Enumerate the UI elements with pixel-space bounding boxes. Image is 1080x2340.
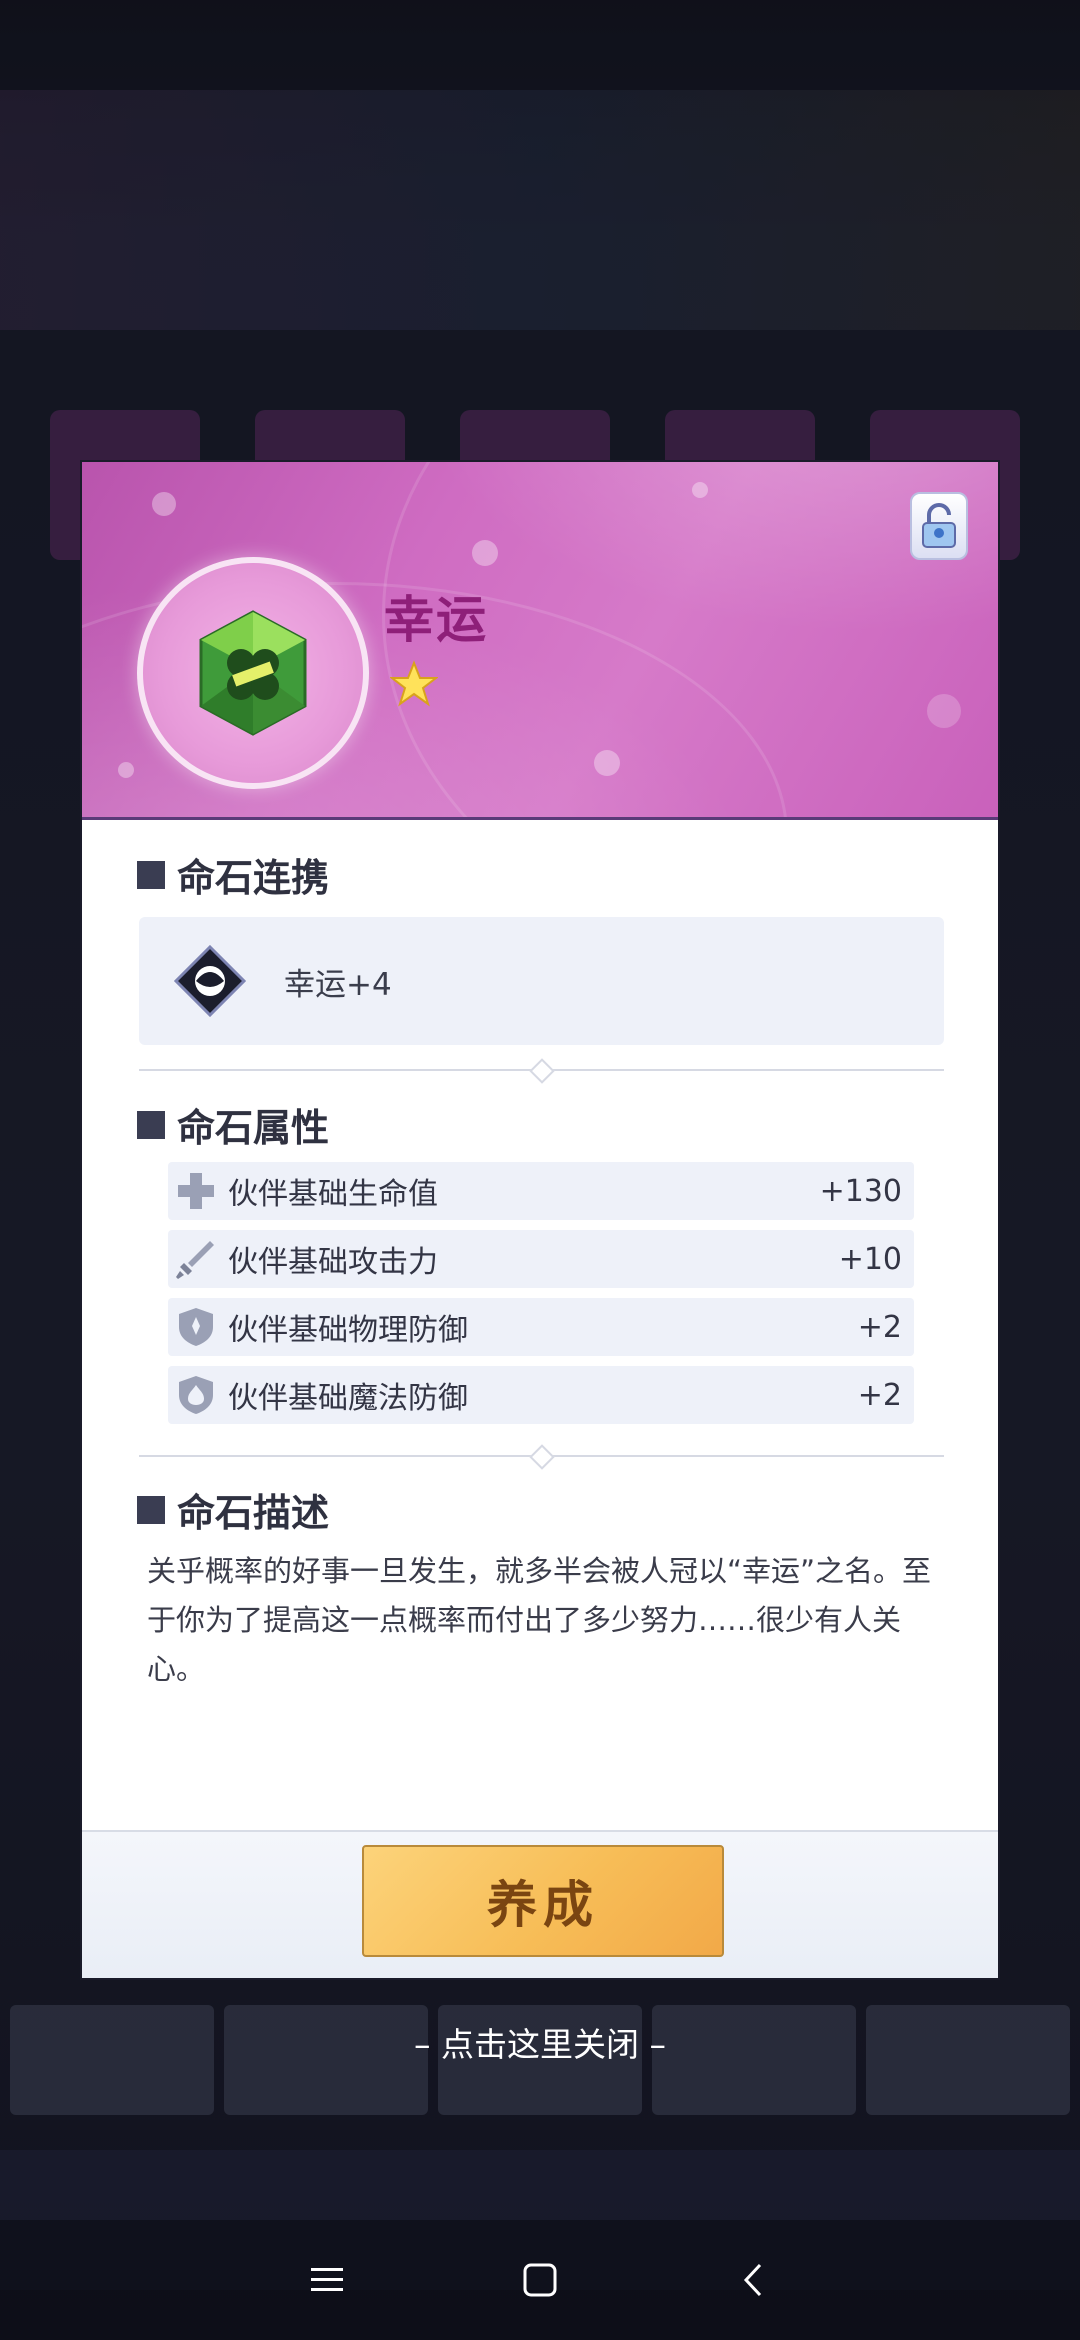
gem-portrait-frame — [137, 557, 369, 789]
attribute-row-hp: 伙伴基础生命值 +130 — [168, 1162, 914, 1220]
synergy-item[interactable]: 幸运+4 — [139, 917, 944, 1045]
attribute-label: 伙伴基础生命值 — [228, 1177, 438, 1212]
train-button[interactable]: 养成 — [362, 1845, 724, 1957]
gem-description: 关乎概率的好事一旦发生，就多半会被人冠以“幸运”之名。至于你为了提高这一点概率而… — [147, 1554, 932, 1686]
divider — [139, 1444, 944, 1470]
home-nav-button[interactable] — [510, 2250, 570, 2310]
back-nav-button[interactable] — [723, 2250, 783, 2310]
menu-icon — [310, 2268, 343, 2291]
synergy-section-heading: 命石连携 — [137, 847, 329, 902]
gem-header: 幸运 — [82, 462, 998, 820]
synergy-emblem-icon — [174, 945, 246, 1017]
gem-detail-dialog: 幸运 命石连携 幸运+4 命石属性 伙伴基础生命值 +130 伙伴基础攻击力 +… — [80, 460, 1000, 1980]
close-hint[interactable]: – 点击这里关闭 – — [0, 2018, 1080, 2066]
synergy-text: 幸运+4 — [284, 966, 392, 1003]
magic-shield-icon — [179, 1376, 213, 1414]
train-button-label: 养成 — [487, 1875, 599, 1934]
home-square-icon — [523, 2263, 557, 2297]
divider — [139, 1058, 944, 1084]
attribute-value: +130 — [819, 1173, 902, 1209]
menu-nav-button[interactable] — [297, 2250, 357, 2310]
attribute-label: 伙伴基础攻击力 — [228, 1245, 438, 1280]
description-section-title: 命石描述 — [177, 1490, 330, 1535]
attributes-section-title: 命石属性 — [177, 1105, 330, 1150]
clover-gem-icon — [199, 610, 307, 736]
attribute-row-physical-defense: 伙伴基础物理防御 +2 — [168, 1298, 914, 1356]
attribute-row-magic-defense: 伙伴基础魔法防御 +2 — [168, 1366, 914, 1424]
gem-name: 幸运 — [384, 590, 488, 649]
synergy-section-title: 命石连携 — [177, 855, 330, 900]
plus-cross-icon — [178, 1173, 214, 1209]
unlock-icon — [922, 503, 956, 548]
attributes-section-heading: 命石属性 — [137, 1097, 329, 1152]
dialog-footer: 养成 — [82, 1830, 998, 1978]
attribute-value: +2 — [857, 1377, 902, 1413]
attribute-value: +2 — [857, 1309, 902, 1345]
lock-toggle-button[interactable] — [910, 492, 968, 560]
attribute-label: 伙伴基础物理防御 — [228, 1313, 468, 1348]
attribute-row-attack: 伙伴基础攻击力 +10 — [168, 1230, 914, 1288]
shield-icon — [179, 1308, 213, 1346]
attribute-value: +10 — [838, 1241, 902, 1277]
system-navigation-bar — [0, 2220, 1080, 2340]
attribute-label: 伙伴基础魔法防御 — [228, 1381, 468, 1416]
sword-icon — [176, 1241, 214, 1279]
star-rating-icon — [390, 660, 438, 707]
back-chevron-icon — [744, 2263, 762, 2297]
description-section-heading: 命石描述 — [137, 1482, 329, 1537]
